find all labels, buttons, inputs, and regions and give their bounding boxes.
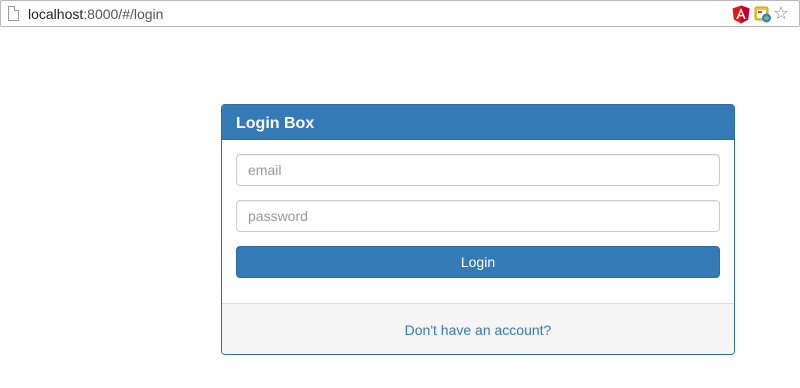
extension-tool-icon[interactable]: [754, 5, 772, 24]
angular-extension-icon[interactable]: [732, 5, 750, 24]
address-bar[interactable]: localhost:8000/#/login ☆: [0, 0, 800, 27]
page-icon: [8, 6, 19, 21]
email-input[interactable]: [236, 154, 720, 186]
url-host: localhost: [28, 6, 84, 22]
url-text[interactable]: localhost:8000/#/login: [28, 6, 163, 22]
star-icon[interactable]: ☆: [773, 4, 789, 24]
password-input[interactable]: [236, 200, 720, 232]
signup-link[interactable]: Don't have an account?: [405, 322, 552, 338]
login-panel: Login Box Login Don't have an account?: [221, 104, 735, 355]
panel-footer: Don't have an account?: [222, 303, 734, 354]
login-form: Login: [222, 140, 734, 304]
login-button[interactable]: Login: [236, 246, 720, 278]
panel-title: Login Box: [222, 105, 734, 140]
url-path: :8000/#/login: [83, 6, 164, 22]
